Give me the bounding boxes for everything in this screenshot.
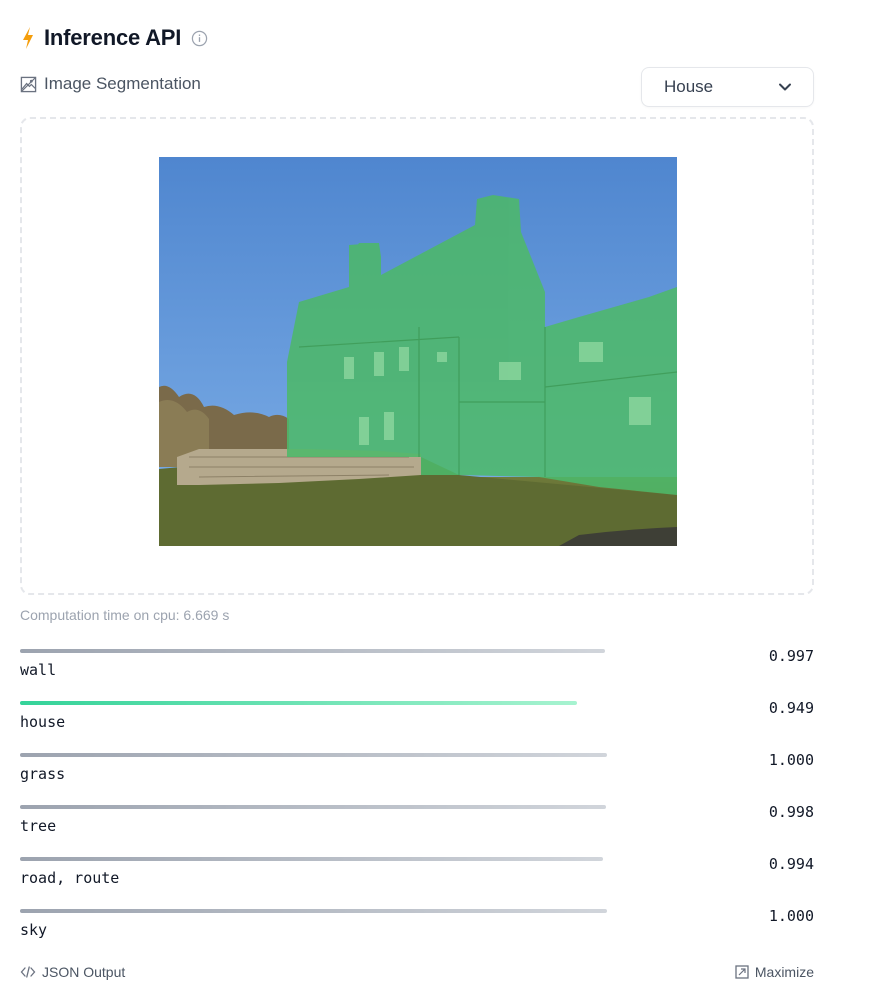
result-score: 0.998 <box>768 803 814 821</box>
score-bar <box>20 701 577 705</box>
chevron-down-icon <box>779 83 791 91</box>
score-bar <box>20 649 605 653</box>
image-segmentation-icon <box>20 76 37 92</box>
result-row: road, route 0.994 <box>20 853 814 905</box>
score-bar <box>20 909 607 913</box>
code-icon <box>20 966 36 978</box>
select-value: House <box>664 77 714 96</box>
result-row: house 0.949 <box>20 697 814 749</box>
json-output-button[interactable]: JSON Output <box>20 964 125 980</box>
result-row: tree 0.998 <box>20 801 814 853</box>
maximize-icon <box>735 965 749 979</box>
score-bar <box>20 753 607 757</box>
json-output-label: JSON Output <box>42 964 126 980</box>
lightning-icon <box>23 27 33 49</box>
widget-header: Inference API <box>20 24 208 52</box>
computation-time: Computation time on cpu: 6.669 s <box>20 607 230 623</box>
result-label: house <box>20 713 66 731</box>
segmented-image <box>159 157 677 546</box>
result-label: tree <box>20 817 57 835</box>
result-label: road, route <box>20 869 120 887</box>
maximize-button[interactable]: Maximize <box>735 964 814 980</box>
result-row: grass 1.000 <box>20 749 814 801</box>
result-score: 0.949 <box>768 699 814 717</box>
score-bar <box>20 857 603 861</box>
result-row: sky 1.000 <box>20 905 814 957</box>
widget-title: Inference API <box>44 25 182 50</box>
result-score: 1.000 <box>768 907 814 925</box>
label-select[interactable]: House <box>641 67 814 107</box>
image-dropzone[interactable] <box>20 117 814 595</box>
task-type: Image Segmentation <box>20 74 201 94</box>
score-bar <box>20 805 606 809</box>
result-label: sky <box>20 921 48 939</box>
result-label: wall <box>20 661 57 679</box>
task-label: Image Segmentation <box>44 74 201 93</box>
result-row: wall 0.997 <box>20 645 814 697</box>
maximize-label: Maximize <box>754 964 814 980</box>
results-list: wall 0.997 house 0.949 grass 1.000 tree 0.998 ro… <box>20 645 814 957</box>
info-icon[interactable] <box>191 30 208 47</box>
result-score: 0.997 <box>768 647 814 665</box>
result-score: 1.000 <box>768 751 814 769</box>
result-label: grass <box>20 765 66 783</box>
result-score: 0.994 <box>768 855 814 873</box>
